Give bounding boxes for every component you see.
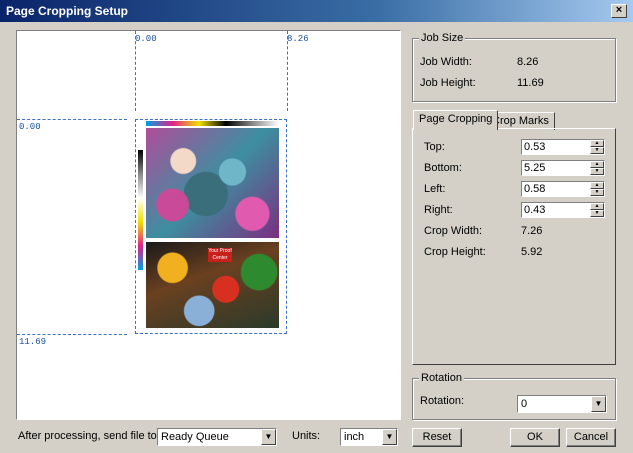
page-cropping-panel: Top: ▲▼ Bottom: ▲▼ Left: ▲▼ Right: ▲▼ Cr…	[412, 128, 616, 365]
chevron-down-icon[interactable]: ▼	[591, 396, 606, 412]
close-button[interactable]: ×	[611, 4, 627, 18]
crop-height-value: 5.92	[521, 246, 543, 258]
title-bar: Page Cropping Setup ×	[0, 0, 633, 22]
right-spin-buttons[interactable]: ▲ ▼	[590, 203, 604, 217]
queue-select[interactable]: Ready Queue ▼	[157, 428, 277, 446]
units-select[interactable]: inch ▼	[340, 428, 398, 446]
cancel-button[interactable]: Cancel	[566, 428, 616, 447]
portrait-image	[146, 128, 279, 238]
side-color-bar	[138, 150, 143, 270]
right-input[interactable]	[522, 203, 588, 217]
rotation-title: Rotation	[419, 372, 464, 384]
queue-value: Ready Queue	[161, 431, 229, 443]
chevron-down-icon[interactable]: ▼	[261, 429, 276, 445]
left-input[interactable]	[522, 182, 588, 196]
job-size-group: Job Size Job Width: 8.26 Job Height: 11.…	[412, 32, 616, 102]
window-title: Page Cropping Setup	[6, 4, 129, 18]
tab-page-cropping[interactable]: Page Cropping	[413, 110, 499, 130]
ruler-left-bottom: 11.69	[19, 337, 47, 347]
bottom-spinner[interactable]: ▲▼	[521, 160, 605, 176]
guide-left-vertical[interactable]	[135, 31, 136, 111]
rotation-value: 0	[521, 398, 528, 410]
ruler-top-left: 0.00	[135, 34, 157, 44]
after-processing-label: After processing, send file to:	[18, 430, 160, 442]
bottom-spin-buttons[interactable]: ▲ ▼	[590, 161, 604, 175]
left-label: Left:	[424, 183, 446, 195]
rotation-group: Rotation Rotation: 0 ▼	[412, 372, 616, 420]
color-bar	[146, 121, 279, 126]
rotation-label: Rotation:	[420, 395, 465, 407]
top-input[interactable]	[522, 140, 588, 154]
bottom-label: Bottom:	[424, 162, 462, 174]
ok-button[interactable]: OK	[510, 428, 560, 447]
guide-right-vertical[interactable]	[287, 31, 288, 111]
proof-stamp: Your Proof Center	[208, 248, 232, 262]
job-height-label: Job Height:	[420, 77, 476, 89]
ruler-left-top: 0.00	[19, 122, 41, 132]
rotation-select[interactable]: 0 ▼	[517, 395, 607, 413]
job-width-value: 8.26	[517, 56, 539, 68]
top-spinner[interactable]: ▲▼	[521, 139, 605, 155]
left-spin-buttons[interactable]: ▲ ▼	[590, 182, 604, 196]
job-width-label: Job Width:	[420, 56, 472, 68]
crop-height-label: Crop Height:	[424, 246, 486, 258]
chevron-down-icon[interactable]: ▼	[382, 429, 397, 445]
left-spinner[interactable]: ▲▼	[521, 181, 605, 197]
top-spin-buttons[interactable]: ▲ ▼	[590, 140, 604, 154]
job-size-title: Job Size	[419, 32, 466, 44]
crop-preview-canvas[interactable]: 0.00 8.26 0.00 11.69 Your Proof Center	[16, 30, 401, 420]
right-label: Right:	[424, 204, 453, 216]
crop-width-label: Crop Width:	[424, 225, 483, 237]
guide-top-horizontal[interactable]	[17, 119, 127, 120]
top-label: Top:	[424, 141, 445, 153]
right-spinner[interactable]: ▲▼	[521, 202, 605, 218]
guide-bottom-horizontal[interactable]	[17, 334, 127, 335]
reset-button[interactable]: Reset	[412, 428, 462, 447]
page-thumbnail[interactable]: Your Proof Center	[135, 119, 287, 334]
units-label: Units:	[292, 430, 321, 442]
crop-width-value: 7.26	[521, 225, 543, 237]
job-height-value: 11.69	[517, 77, 544, 89]
bottom-input[interactable]	[522, 161, 588, 175]
ruler-top-right: 8.26	[287, 34, 309, 44]
units-value: inch	[344, 431, 365, 443]
